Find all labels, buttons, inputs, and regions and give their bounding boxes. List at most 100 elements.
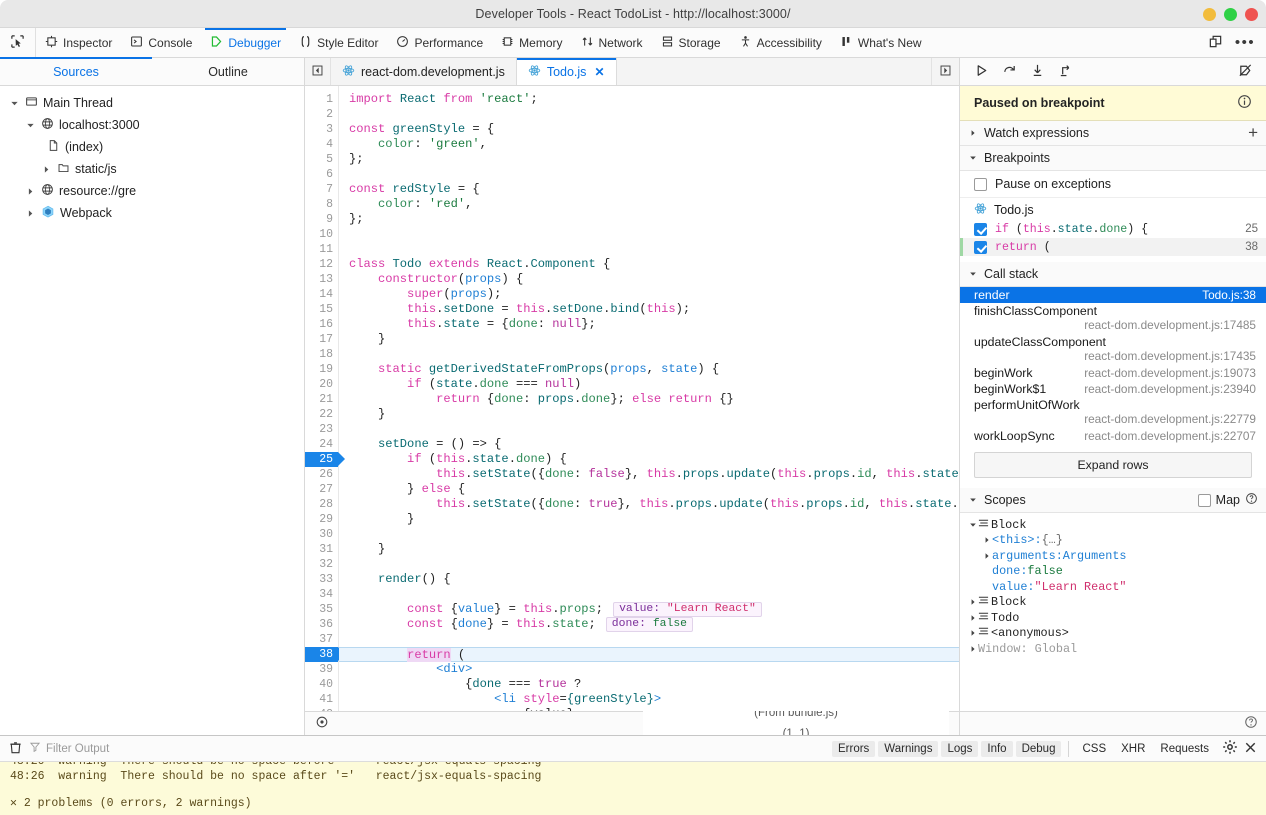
step-over-button[interactable] [996, 60, 1022, 84]
breakpoint-checkbox[interactable] [974, 240, 987, 254]
scope-row[interactable]: Block [960, 517, 1266, 533]
scope-row[interactable]: Todo [960, 610, 1266, 626]
code-line[interactable]: {value} [339, 707, 959, 711]
breakpoint-item[interactable]: if (this.state.done) {25 [960, 220, 1266, 238]
chevron-down-icon[interactable] [968, 496, 978, 504]
tab-style-editor[interactable]: Style Editor [290, 28, 387, 57]
line-number[interactable]: 5 [305, 152, 338, 167]
code-line[interactable]: constructor(props) { [339, 272, 959, 287]
minimize-button[interactable] [1203, 7, 1216, 21]
line-number[interactable]: 22 [305, 407, 338, 422]
inline-value-preview[interactable]: value: "Learn React" [613, 602, 762, 617]
filter-warnings-button[interactable]: Warnings [878, 740, 939, 757]
chevron-right-icon[interactable] [982, 552, 992, 560]
code-line[interactable] [339, 227, 959, 242]
code-line[interactable] [339, 167, 959, 182]
add-watch-expression-button[interactable]: + [1248, 124, 1258, 141]
call-stack-frame[interactable]: beginWork$1 react-dom.development.js:2394… [960, 381, 1266, 397]
code-line[interactable]: } [339, 512, 959, 527]
line-number[interactable]: 1 [305, 92, 338, 107]
line-number[interactable]: 10 [305, 227, 338, 242]
filter-errors-button[interactable]: Errors [831, 740, 876, 757]
maximize-button[interactable] [1224, 7, 1237, 21]
close-window-button[interactable] [1245, 7, 1258, 21]
line-number[interactable]: 31 [305, 542, 338, 557]
watch-expressions-header[interactable]: Watch expressions + [960, 121, 1266, 146]
code-editor[interactable]: 1 2 3 4 5 6 7 8 9 10 11 12 13 14 15 16 17 18 19 20 21 22 23 24 2… [305, 86, 959, 711]
tab-sources[interactable]: Sources [0, 57, 152, 85]
tab-accessibility[interactable]: Accessibility [730, 28, 831, 57]
tree-item-resource-gre[interactable]: resource://gre [0, 180, 304, 202]
chevron-right-icon[interactable] [24, 185, 36, 197]
line-number[interactable]: 4 [305, 137, 338, 152]
tree-item-webpack[interactable]: Webpack [0, 202, 304, 224]
line-number[interactable]: 11 [305, 242, 338, 257]
scope-row[interactable]: Block [960, 595, 1266, 611]
tab-memory[interactable]: Memory [492, 28, 571, 57]
chevron-right-icon[interactable] [40, 163, 52, 175]
element-picker-button[interactable] [0, 28, 36, 57]
breakpoint-marker[interactable]: 38 [305, 647, 345, 662]
code-line[interactable]: super(props); [339, 287, 959, 302]
code-line[interactable] [339, 422, 959, 437]
line-number[interactable]: 32 [305, 557, 338, 572]
code-line[interactable]: const greenStyle = { [339, 122, 959, 137]
chevron-right-icon[interactable] [982, 536, 992, 544]
code-line[interactable]: static getDerivedStateFromProps(props, s… [339, 362, 959, 377]
tab-inspector[interactable]: Inspector [36, 28, 121, 57]
line-number[interactable]: 8 [305, 197, 338, 212]
chevron-right-icon[interactable] [968, 614, 978, 622]
code-line[interactable]: }; [339, 212, 959, 227]
breakpoints-header[interactable]: Breakpoints [960, 146, 1266, 171]
chevron-down-icon[interactable] [24, 119, 36, 131]
code-line[interactable]: } [339, 407, 959, 422]
chevron-down-icon[interactable] [968, 521, 978, 529]
code-lines[interactable]: import React from 'react'; const greenSty… [339, 86, 959, 711]
pause-on-exceptions-row[interactable]: Pause on exceptions [960, 171, 1266, 198]
code-line[interactable]: import React from 'react'; [339, 92, 959, 107]
chevron-down-icon[interactable] [968, 270, 978, 278]
filter-requests-button[interactable]: Requests [1154, 741, 1215, 757]
code-line[interactable]: this.setState({done: true}, this.props.u… [339, 497, 959, 512]
pause-on-exceptions-checkbox[interactable] [974, 177, 987, 191]
code-line[interactable]: this.setState({done: false}, this.props.… [339, 467, 959, 482]
dock-toggle-button[interactable] [1202, 30, 1228, 56]
line-number[interactable]: 34 [305, 587, 338, 602]
code-line[interactable]: setDone = () => { [339, 437, 959, 452]
code-line[interactable]: } [339, 542, 959, 557]
line-number[interactable]: 21 [305, 392, 338, 407]
console-settings-button[interactable] [1222, 739, 1238, 758]
code-line[interactable]: const {done} = this.state; done: false [339, 617, 959, 632]
step-out-button[interactable] [1052, 60, 1078, 84]
code-line[interactable]: const redStyle = { [339, 182, 959, 197]
filter-xhr-button[interactable]: XHR [1115, 741, 1151, 757]
resume-button[interactable] [968, 60, 994, 84]
line-number[interactable]: 40 [305, 677, 338, 692]
tree-item-main-thread[interactable]: Main Thread [0, 92, 304, 114]
tab-storage[interactable]: Storage [652, 28, 730, 57]
info-icon[interactable] [1237, 94, 1252, 112]
scopes-header[interactable]: Scopes Map [960, 488, 1266, 513]
filter-logs-button[interactable]: Logs [941, 740, 979, 757]
code-line[interactable]: } [339, 332, 959, 347]
breakpoint-marker[interactable]: 25 [305, 452, 345, 467]
chevron-down-icon[interactable] [8, 97, 20, 109]
code-line[interactable] [339, 527, 959, 542]
scroll-tabs-right-button[interactable] [931, 58, 959, 85]
code-line[interactable] [339, 107, 959, 122]
code-line[interactable]: }; [339, 152, 959, 167]
line-number[interactable]: 28 [305, 497, 338, 512]
code-line[interactable] [339, 557, 959, 572]
more-options-button[interactable]: ••• [1232, 30, 1258, 56]
close-tab-button[interactable]: ✕ [594, 65, 604, 79]
call-stack-frame[interactable]: updateClassComponent react-dom.developmen… [960, 334, 1266, 365]
line-number[interactable]: 30 [305, 527, 338, 542]
call-stack-frame[interactable]: render Todo.js:38 [960, 287, 1266, 303]
line-number[interactable]: 15 [305, 302, 338, 317]
chevron-right-icon[interactable] [24, 207, 36, 219]
line-number[interactable]: 3 [305, 122, 338, 137]
scope-row[interactable]: arguments: Arguments [960, 548, 1266, 564]
line-number[interactable]: 26 [305, 467, 338, 482]
line-number[interactable]: 29 [305, 512, 338, 527]
code-line[interactable]: {done === true ? [339, 677, 959, 692]
